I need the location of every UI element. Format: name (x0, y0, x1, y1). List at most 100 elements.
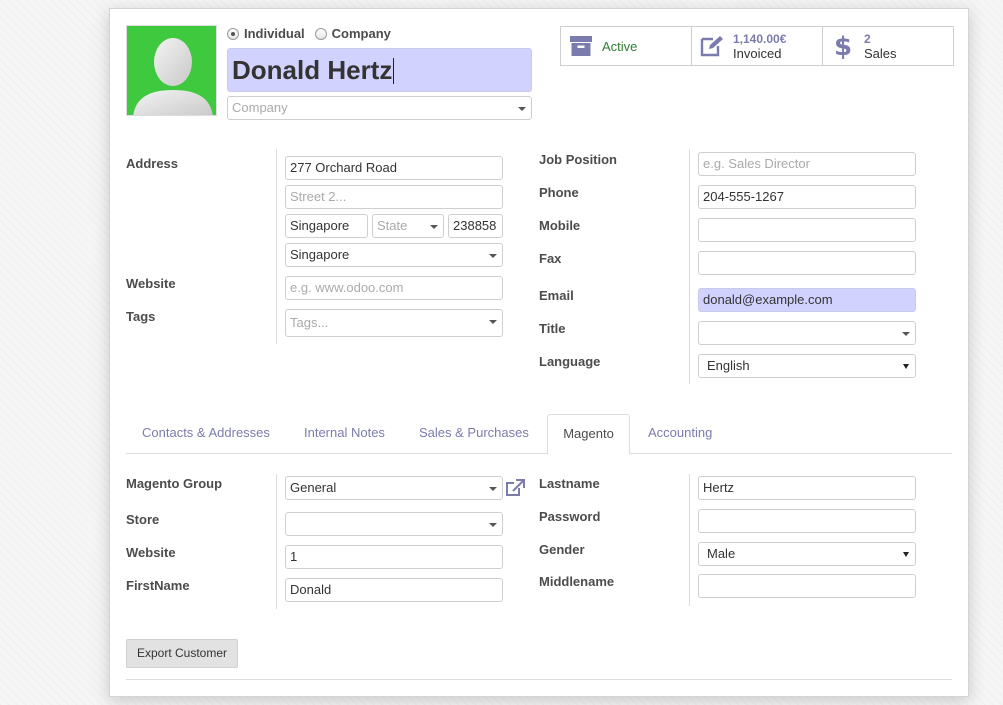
magento-website-input[interactable]: 1 (285, 545, 503, 569)
country-select[interactable]: Singapore (285, 243, 503, 267)
radio-checked-icon (227, 27, 239, 40)
middlename-input[interactable] (698, 574, 916, 598)
state-select[interactable]: State (372, 214, 444, 238)
language-value: English (707, 358, 750, 373)
firstname-input[interactable]: Donald (285, 578, 503, 602)
phone-label: Phone (539, 185, 579, 200)
archive-icon (568, 33, 594, 59)
city-value: Singapore (290, 218, 350, 233)
language-label: Language (539, 354, 601, 369)
gender-select[interactable]: Male (698, 542, 916, 566)
export-customer-button[interactable]: Export Customer (126, 639, 238, 668)
firstname-label: FirstName (126, 578, 190, 593)
magento-website-value: 1 (290, 549, 298, 564)
mobile-input[interactable] (698, 218, 916, 242)
website-placeholder: e.g. www.odoo.com (290, 280, 404, 295)
tab-internal-notes[interactable]: Internal Notes (304, 414, 385, 454)
invoiced-button[interactable]: 1,140.00€ Invoiced (692, 27, 823, 65)
magento-group-label: Magento Group (126, 476, 223, 491)
website-input[interactable]: e.g. www.odoo.com (285, 276, 503, 300)
address-label: Address (126, 156, 179, 171)
company-radio[interactable]: Company (314, 26, 391, 41)
sales-count: 2 (864, 31, 871, 46)
zip-value: 238858 (453, 218, 497, 233)
magento-right-divider (689, 474, 690, 606)
city-input[interactable]: Singapore (285, 214, 368, 238)
street-value: 277 Orchard Road (290, 160, 397, 175)
website-label: Website (126, 276, 176, 291)
lastname-input[interactable]: Hertz (698, 476, 916, 500)
job-position-input[interactable]: e.g. Sales Director (698, 152, 916, 176)
language-select[interactable]: English (698, 354, 916, 378)
mobile-label: Mobile (539, 218, 581, 233)
street2-input[interactable]: Street 2... (285, 185, 503, 209)
dollar-icon: $ (830, 32, 856, 60)
password-label: Password (539, 509, 601, 524)
title-label: Title (539, 321, 566, 336)
middlename-label: Middlename (539, 574, 615, 589)
svg-text:$: $ (834, 32, 852, 60)
tab-sales-purchases[interactable]: Sales & Purchases (419, 414, 529, 454)
zip-input[interactable]: 238858 (448, 214, 503, 238)
job-position-label: Job Position (539, 152, 617, 167)
email-value: donald@example.com (703, 292, 833, 307)
tab-accounting[interactable]: Accounting (648, 414, 712, 454)
avatar[interactable] (126, 25, 217, 116)
state-placeholder: State (377, 218, 408, 233)
store-select[interactable] (285, 512, 503, 536)
external-link-icon[interactable] (505, 479, 525, 500)
lastname-value: Hertz (703, 480, 735, 495)
individual-radio[interactable]: Individual (227, 26, 305, 41)
phone-input[interactable]: 204-555-1267 (698, 185, 916, 209)
country-value: Singapore (290, 247, 350, 262)
street2-placeholder: Street 2... (290, 189, 347, 204)
invoiced-label: Invoiced (733, 45, 782, 61)
company-select[interactable]: Company (227, 96, 532, 120)
text-caret (393, 58, 395, 84)
lastname-label: Lastname (539, 476, 600, 491)
notebook-tabs: Contacts & Addresses Internal Notes Sale… (126, 414, 952, 455)
phone-value: 204-555-1267 (703, 189, 784, 204)
tags-placeholder: Tags... (290, 315, 329, 330)
title-select[interactable] (698, 321, 916, 345)
left-divider (276, 149, 277, 344)
fax-input[interactable] (698, 251, 916, 275)
tags-input[interactable]: Tags... (285, 309, 503, 337)
export-customer-label: Export Customer (136, 646, 228, 660)
magento-group-value: General (290, 480, 337, 495)
magento-left-divider (276, 474, 277, 609)
active-toggle-button[interactable]: Active (561, 27, 692, 65)
fax-label: Fax (539, 251, 562, 266)
tab-label: Sales & Purchases (419, 425, 529, 440)
store-label: Store (126, 512, 160, 527)
email-label: Email (539, 288, 574, 303)
person-silhouette-icon (133, 38, 213, 115)
gender-label: Gender (539, 542, 585, 557)
password-input[interactable] (698, 509, 916, 533)
sales-label: Sales (864, 45, 897, 61)
job-position-placeholder: e.g. Sales Director (703, 156, 810, 171)
street-input[interactable]: 277 Orchard Road (285, 156, 503, 180)
pencil-square-icon (699, 33, 725, 59)
sales-button[interactable]: $ 2 Sales (823, 27, 953, 65)
tab-contacts-addresses[interactable]: Contacts & Addresses (142, 414, 270, 454)
company-radio-label: Company (331, 26, 391, 41)
email-input[interactable]: donald@example.com (698, 288, 916, 312)
stat-buttons: Active 1,140.00€ Invoiced $ 2 Sales (560, 26, 954, 66)
partner-name-input[interactable]: Donald Hertz (227, 48, 532, 92)
radio-unchecked-icon (314, 27, 327, 40)
active-label: Active (602, 38, 638, 54)
magento-group-select[interactable]: General (285, 476, 503, 500)
invoiced-value: 1,140.00€ (733, 31, 787, 46)
form-sheet: Individual Company Donald Hertz Company … (109, 8, 969, 697)
bottom-divider (126, 679, 952, 680)
tab-label: Magento (563, 426, 614, 441)
tab-magento[interactable]: Magento (547, 414, 630, 455)
firstname-value: Donald (290, 582, 332, 597)
magento-website-label: Website (126, 545, 176, 560)
tab-label: Accounting (648, 425, 713, 440)
partner-type-radio-group: Individual Company (227, 26, 391, 41)
tab-label: Contacts & Addresses (142, 425, 270, 440)
individual-radio-label: Individual (244, 26, 305, 41)
right-divider (689, 149, 690, 384)
